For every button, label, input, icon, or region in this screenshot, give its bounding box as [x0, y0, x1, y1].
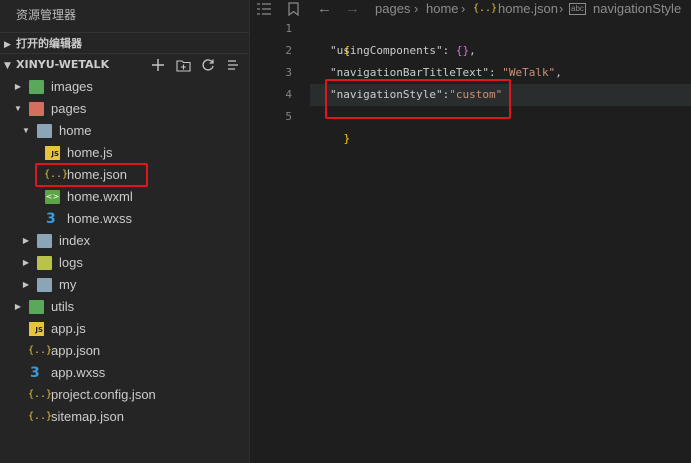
tree-item-label: home.wxml [67, 189, 133, 204]
json-colon: : [488, 66, 503, 79]
breadcrumb: ← → pages › home › {..} home.json › abc … [250, 0, 691, 18]
annotation-highlight-box [35, 163, 148, 187]
breadcrumb-home[interactable]: home [426, 0, 459, 18]
tree-item-pages[interactable]: ▼ pages [0, 98, 249, 120]
collapse-all-icon[interactable] [225, 57, 241, 73]
explorer-sidebar: 资源管理器 ▶打开的编辑器 ▼XINYU-WETALK ▶ images ▼ [0, 0, 249, 463]
json-colon: : [442, 44, 456, 57]
wxss-file-icon: 3 [46, 211, 56, 227]
chevron-right-icon: ▶ [14, 82, 22, 91]
tree-item-index[interactable]: ▶ index [0, 230, 249, 252]
line-number: 2 [285, 44, 292, 57]
folder-open-icon [37, 124, 52, 138]
close-brace: } [343, 132, 351, 145]
explorer-title: 资源管理器 [16, 8, 77, 22]
project-label: XINYU-WETALK [16, 58, 110, 71]
json-key: "navigationBarTitleText" [330, 66, 489, 79]
tree-item-home-wxml[interactable]: <> home.wxml [0, 186, 249, 208]
tree-item-images[interactable]: ▶ images [0, 76, 249, 98]
code-line-1: { [317, 18, 351, 57]
tree-item-project-config[interactable]: {..} project.config.json [0, 384, 249, 406]
folder-logs-icon [37, 256, 52, 270]
json-value: {} [455, 44, 470, 57]
tree-item-sitemap[interactable]: {..} sitemap.json [0, 406, 249, 428]
breadcrumb-home-json[interactable]: home.json [498, 0, 558, 18]
json-value: "WeTalk" [502, 66, 556, 79]
chevron-right-icon: ▶ [22, 280, 30, 289]
chevron-down-icon: ▼ [14, 104, 22, 113]
json-file-icon: {..} [473, 3, 498, 14]
line-number: 4 [285, 88, 292, 101]
json-key: "usingComponents" [330, 44, 443, 57]
tree-item-label: sitemap.json [51, 409, 124, 424]
folder-icon [37, 234, 52, 248]
breadcrumb-navigation-style[interactable]: navigationStyle [593, 0, 681, 18]
wxss-file-icon: 3 [30, 365, 40, 381]
tree-item-app-js[interactable]: JS app.js [0, 318, 249, 340]
breadcrumb-pages[interactable]: pages [375, 0, 410, 18]
folder-pages-icon [29, 102, 44, 116]
tree-item-label: utils [51, 299, 75, 314]
folder-icon [37, 278, 52, 292]
tree-item-label: project.config.json [51, 387, 156, 402]
tree-item-label: app.js [51, 321, 86, 336]
tree-item-utils[interactable]: ▶ utils [0, 296, 249, 318]
folder-utils-icon [29, 300, 44, 314]
line-number: 1 [285, 22, 292, 35]
tree-item-logs[interactable]: ▶ logs [0, 252, 249, 274]
list-icon[interactable] [257, 0, 271, 20]
folder-images-icon [29, 80, 44, 94]
tree-item-label: app.wxss [51, 365, 106, 380]
chevron-down-icon: ▼ [22, 126, 30, 135]
chevron-right-icon: ▶ [14, 302, 22, 311]
code-line-2: "usingComponents": {}, [330, 40, 476, 62]
forward-arrow-icon[interactable]: → [345, 0, 360, 18]
line-number: 5 [285, 110, 292, 123]
project-section[interactable]: ▼ XINYU-WETALK [0, 53, 249, 75]
refresh-icon[interactable] [200, 57, 216, 73]
project-actions [150, 54, 241, 76]
chevron-right-icon: ▶ [22, 258, 30, 267]
new-folder-icon[interactable] [175, 57, 191, 73]
tree-item-label: home.wxss [67, 211, 133, 226]
tree-item-label: pages [51, 101, 87, 116]
chevron-right-icon: › [414, 1, 419, 16]
tree-item-label: home.js [67, 145, 113, 160]
tree-item-app-wxss[interactable]: 3 app.wxss [0, 362, 249, 384]
json-comma: , [555, 66, 562, 79]
tree-item-app-json[interactable]: {..} app.json [0, 340, 249, 362]
chevron-right-icon: › [559, 1, 564, 16]
tree-item-home[interactable]: ▼ home [0, 120, 249, 142]
tree-item-home-js[interactable]: JS home.js [0, 142, 249, 164]
json-file-icon: {..} [28, 389, 53, 400]
tree-item-label: logs [59, 255, 83, 270]
line-number: 3 [285, 66, 292, 79]
tree-item-label: home [59, 123, 92, 138]
new-file-icon[interactable] [150, 57, 166, 73]
open-editors-label: 打开的编辑器 [16, 37, 82, 50]
tree-item-my[interactable]: ▶ my [0, 274, 249, 296]
js-file-icon: JS [29, 322, 44, 336]
chevron-down-icon: ▼ [4, 61, 11, 71]
open-editors-section[interactable]: ▶ 打开的编辑器 [0, 32, 249, 54]
chevron-right-icon: ▶ [22, 236, 30, 245]
tree-item-label: images [51, 79, 93, 94]
json-file-icon: {..} [28, 345, 53, 356]
tree-item-home-wxss[interactable]: 3 home.wxss [0, 208, 249, 230]
string-symbol-icon: abc [569, 3, 586, 15]
js-file-icon: JS [45, 146, 60, 160]
json-file-icon: {..} [28, 411, 53, 422]
tree-item-label: index [59, 233, 91, 248]
tree-item-label: my [59, 277, 77, 292]
chevron-right-icon: › [461, 1, 466, 16]
wxml-file-icon: <> [45, 190, 60, 204]
back-arrow-icon[interactable]: ← [317, 0, 332, 18]
tree-item-label: app.json [51, 343, 101, 358]
json-comma: , [469, 44, 476, 57]
annotation-highlight-box [325, 79, 511, 119]
